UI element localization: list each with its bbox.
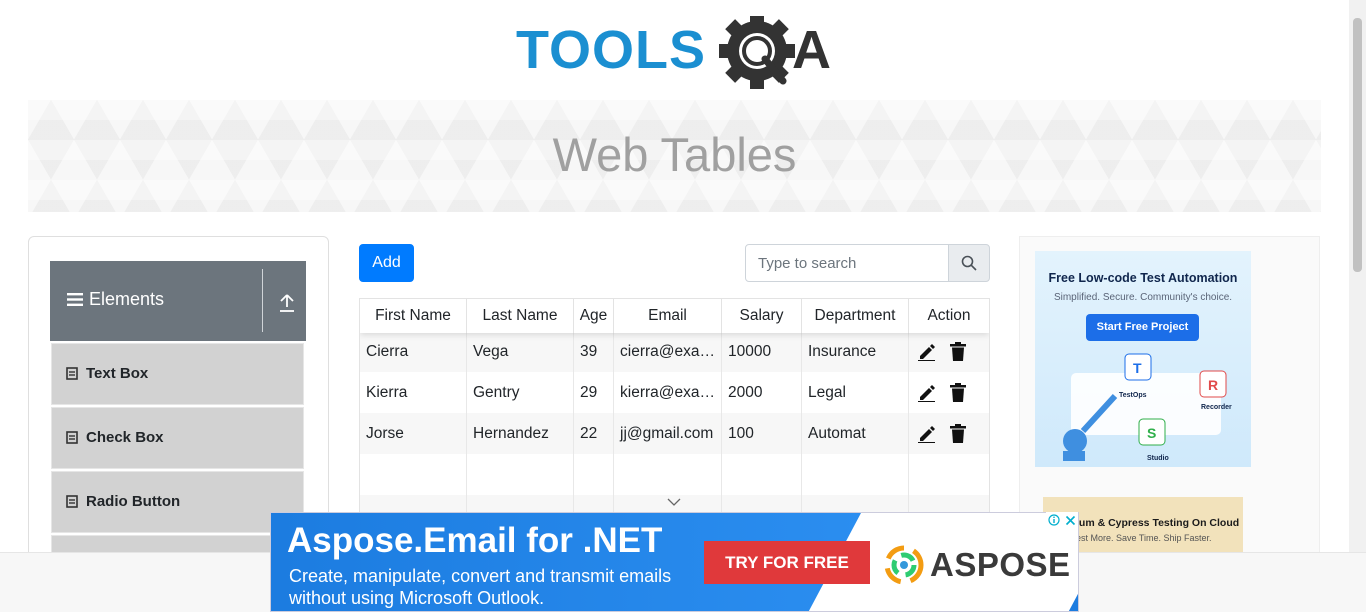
cell-salary: 100 (722, 413, 802, 454)
cell-action (909, 372, 989, 413)
cell-last-name: Hernandez (467, 413, 574, 454)
delete-icon[interactable] (950, 342, 966, 361)
ad-cta-button[interactable]: Start Free Project (1086, 314, 1199, 341)
hamburger-icon (67, 293, 83, 306)
vertical-scrollbar[interactable] (1349, 0, 1366, 552)
cell-age: 39 (574, 331, 614, 372)
ad-tag-recorder: Recorder (1201, 404, 1232, 411)
delete-icon[interactable] (950, 383, 966, 402)
svg-text:T: T (1133, 360, 1142, 376)
web-table: First Name Last Name Age Email Salary De… (359, 298, 990, 518)
cell-department: Insurance (802, 331, 909, 372)
ad-close-icon[interactable] (1065, 515, 1076, 526)
column-header-salary[interactable]: Salary (722, 299, 802, 333)
aspose-swirl-icon (884, 545, 924, 585)
cell-salary: 10000 (722, 331, 802, 372)
aspose-brand: ASPOSE (930, 546, 1071, 583)
logo-text-tools: TOOLS (516, 20, 706, 80)
ad-choices[interactable] (1046, 512, 1078, 528)
column-header-age[interactable]: Age (574, 299, 614, 333)
column-header-department[interactable]: Department (802, 299, 909, 333)
ad-info-icon[interactable] (1048, 514, 1060, 526)
table-row: Cierra Vega 39 cierra@example.com 10000 … (360, 331, 989, 372)
cell-age: 22 (574, 413, 614, 454)
ad-subline: Simplified. Secure. Community's choice. (1053, 292, 1233, 303)
gear-icon (719, 13, 795, 89)
delete-icon[interactable] (950, 424, 966, 443)
column-header-last-name[interactable]: Last Name (467, 299, 574, 333)
sidebar-item-check-box[interactable]: Check Box (51, 407, 304, 469)
document-icon (66, 495, 78, 508)
search-button[interactable] (948, 244, 990, 282)
edit-icon[interactable] (917, 383, 936, 402)
bottom-ad-aspose[interactable]: Aspose.Email for .NET Create, manipulate… (270, 512, 1079, 612)
search-input[interactable] (745, 244, 949, 282)
aspose-logo: ASPOSE (884, 545, 1071, 585)
cell-email: cierra@example.com (614, 331, 722, 372)
bottom-ad-line2: without using Microsoft Outlook. (289, 588, 545, 608)
table-row-empty (360, 454, 989, 495)
chevron-down-icon[interactable] (666, 497, 682, 507)
sidebar-item-label: Text Box (86, 365, 149, 382)
document-icon (66, 367, 78, 380)
table-header: First Name Last Name Age Email Salary De… (360, 299, 989, 333)
bottom-ad-line1: Create, manipulate, convert and transmit… (289, 566, 672, 586)
cell-last-name: Gentry (467, 372, 574, 413)
group-title: Elements (89, 289, 165, 309)
side-ad-katalon[interactable]: Free Low-code Test Automation Simplified… (1035, 251, 1251, 467)
ad2-headline: ium & Cypress Testing On Cloud (1076, 517, 1240, 529)
edit-icon[interactable] (917, 424, 936, 443)
cell-first-name: Kierra (360, 372, 467, 413)
cell-last-name: Vega (467, 331, 574, 372)
ad-tag-testops: TestOps (1119, 392, 1147, 399)
cell-age: 29 (574, 372, 614, 413)
column-header-first-name[interactable]: First Name (360, 299, 467, 333)
edit-icon[interactable] (917, 342, 936, 361)
logo-text-a: A (792, 20, 831, 80)
cell-first-name: Jorse (360, 413, 467, 454)
cell-department: Automat (802, 413, 909, 454)
ad-tag-studio: Studio (1147, 455, 1169, 462)
elements-group-header[interactable]: Elements (50, 261, 306, 341)
add-button[interactable]: Add (359, 244, 414, 282)
column-header-email[interactable]: Email (614, 299, 722, 333)
sidebar-item-label: Radio Button (86, 493, 181, 510)
cell-department: Legal (802, 372, 909, 413)
svg-text:R: R (1208, 377, 1218, 393)
cell-action (909, 331, 989, 372)
ad2-subline: est More. Save Time. Ship Faster. (1076, 533, 1212, 543)
scrollbar-thumb[interactable] (1353, 18, 1362, 272)
divider (262, 269, 263, 332)
document-icon (66, 431, 78, 444)
page-banner: Web Tables (28, 100, 1321, 212)
cell-email: kierra@example.com (614, 372, 722, 413)
cell-action (909, 413, 989, 454)
sidebar-item-radio-button[interactable]: Radio Button (51, 471, 304, 533)
toolsqa-logo[interactable]: TOOLS A (516, 13, 838, 92)
search-icon (961, 255, 977, 271)
table-row: Kierra Gentry 29 kierra@example.com 2000… (360, 372, 989, 413)
svg-text:S: S (1147, 425, 1156, 441)
upload-icon[interactable] (278, 293, 296, 313)
sidebar-item-text-box[interactable]: Text Box (51, 343, 304, 405)
page-title: Web Tables (552, 128, 797, 181)
ad-headline: Free Low-code Test Automation (1048, 271, 1238, 285)
bottom-ad-cta[interactable]: TRY FOR FREE (704, 541, 870, 584)
cell-first-name: Cierra (360, 331, 467, 372)
cell-email: jj@gmail.com (614, 413, 722, 454)
bottom-ad-title: Aspose.Email for .NET (287, 521, 663, 560)
cell-salary: 2000 (722, 372, 802, 413)
sidebar-item-label: Check Box (86, 429, 164, 446)
column-header-action: Action (927, 307, 971, 324)
table-row: Jorse Hernandez 22 jj@gmail.com 100 Auto… (360, 413, 989, 454)
